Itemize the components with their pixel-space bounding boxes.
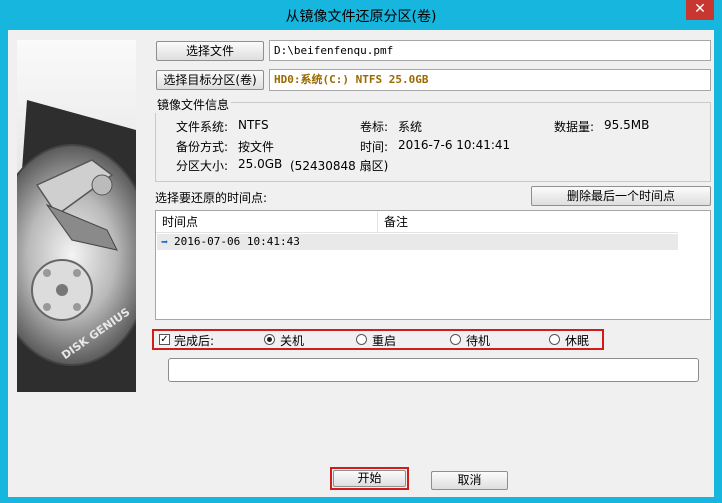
partition-size-value: 25.0GB [238,157,283,171]
data-size-label: 数据量: [554,120,595,134]
close-icon: ✕ [694,1,706,17]
delete-last-timepoint-button[interactable]: 删除最后一个时间点 [531,186,711,206]
radio-shutdown[interactable] [264,334,275,345]
hard-disk-image: DISK GENIUS [17,100,136,392]
timepoint-label: 选择要还原的时间点: [155,191,268,205]
radio-hibernate[interactable] [549,334,560,345]
radio-standby[interactable] [450,334,461,345]
target-partition-field[interactable]: HD0:系统(C:) NTFS 25.0GB [269,69,711,91]
radio-hibernate-label: 休眠 [565,334,590,348]
restore-dialog: 从镜像文件还原分区(卷) ✕ DISK GENIUS 选择文件 D:\beife… [0,0,722,503]
image-info-title: 镜像文件信息 [155,96,232,113]
column-header-timepoint[interactable]: 时间点 [156,211,378,233]
choose-file-button[interactable]: 选择文件 [156,41,264,61]
table-row[interactable]: ➡ 2016-07-06 10:41:43 [157,234,678,250]
backup-method-label: 备份方式: [176,140,229,154]
data-size-value: 95.5MB [604,118,650,132]
after-completion-checkbox[interactable]: ✓ [159,334,170,345]
after-completion-options: ✓ 完成后: 关机 重启 待机 休眠 [152,329,604,350]
fs-label: 文件系统: [176,120,229,134]
backup-method-value: 按文件 [238,140,275,154]
image-file-path-field[interactable]: D:\beifenfenqu.pmf [269,40,711,61]
column-header-note[interactable]: 备注 [378,211,678,233]
time-value: 2016-7-6 10:41:41 [398,138,511,152]
choose-target-partition-button[interactable]: 选择目标分区(卷) [156,70,264,90]
close-button[interactable]: ✕ [686,0,714,20]
timepoint-list[interactable]: 时间点 备注 ➡ 2016-07-06 10:41:43 [155,210,711,320]
radio-restart-label: 重启 [372,334,397,348]
progress-bar [168,358,699,382]
radio-shutdown-label: 关机 [280,334,305,348]
cancel-button[interactable]: 取消 [431,471,508,490]
arrow-right-icon: ➡ [161,235,169,249]
timepoint-time: 2016-07-06 10:41:43 [174,235,300,248]
diskgenius-illustration: DISK GENIUS [17,40,136,392]
window-title: 从镜像文件还原分区(卷) [285,9,437,25]
after-completion-label: 完成后: [174,334,215,348]
volume-label-value: 系统 [398,120,423,134]
time-label: 时间: [360,140,389,154]
radio-restart[interactable] [356,334,367,345]
start-button[interactable]: 开始 [333,470,406,487]
fs-value: NTFS [238,118,269,132]
partition-size-label: 分区大小: [176,159,229,173]
dialog-body: DISK GENIUS 选择文件 D:\beifenfenqu.pmf 选择目标… [8,30,714,497]
volume-label-label: 卷标: [360,120,389,134]
partition-sectors-value: (52430848 扇区) [290,159,389,173]
start-button-highlight: 开始 [330,467,409,490]
title-bar[interactable]: 从镜像文件还原分区(卷) ✕ [0,0,722,30]
radio-standby-label: 待机 [466,334,491,348]
